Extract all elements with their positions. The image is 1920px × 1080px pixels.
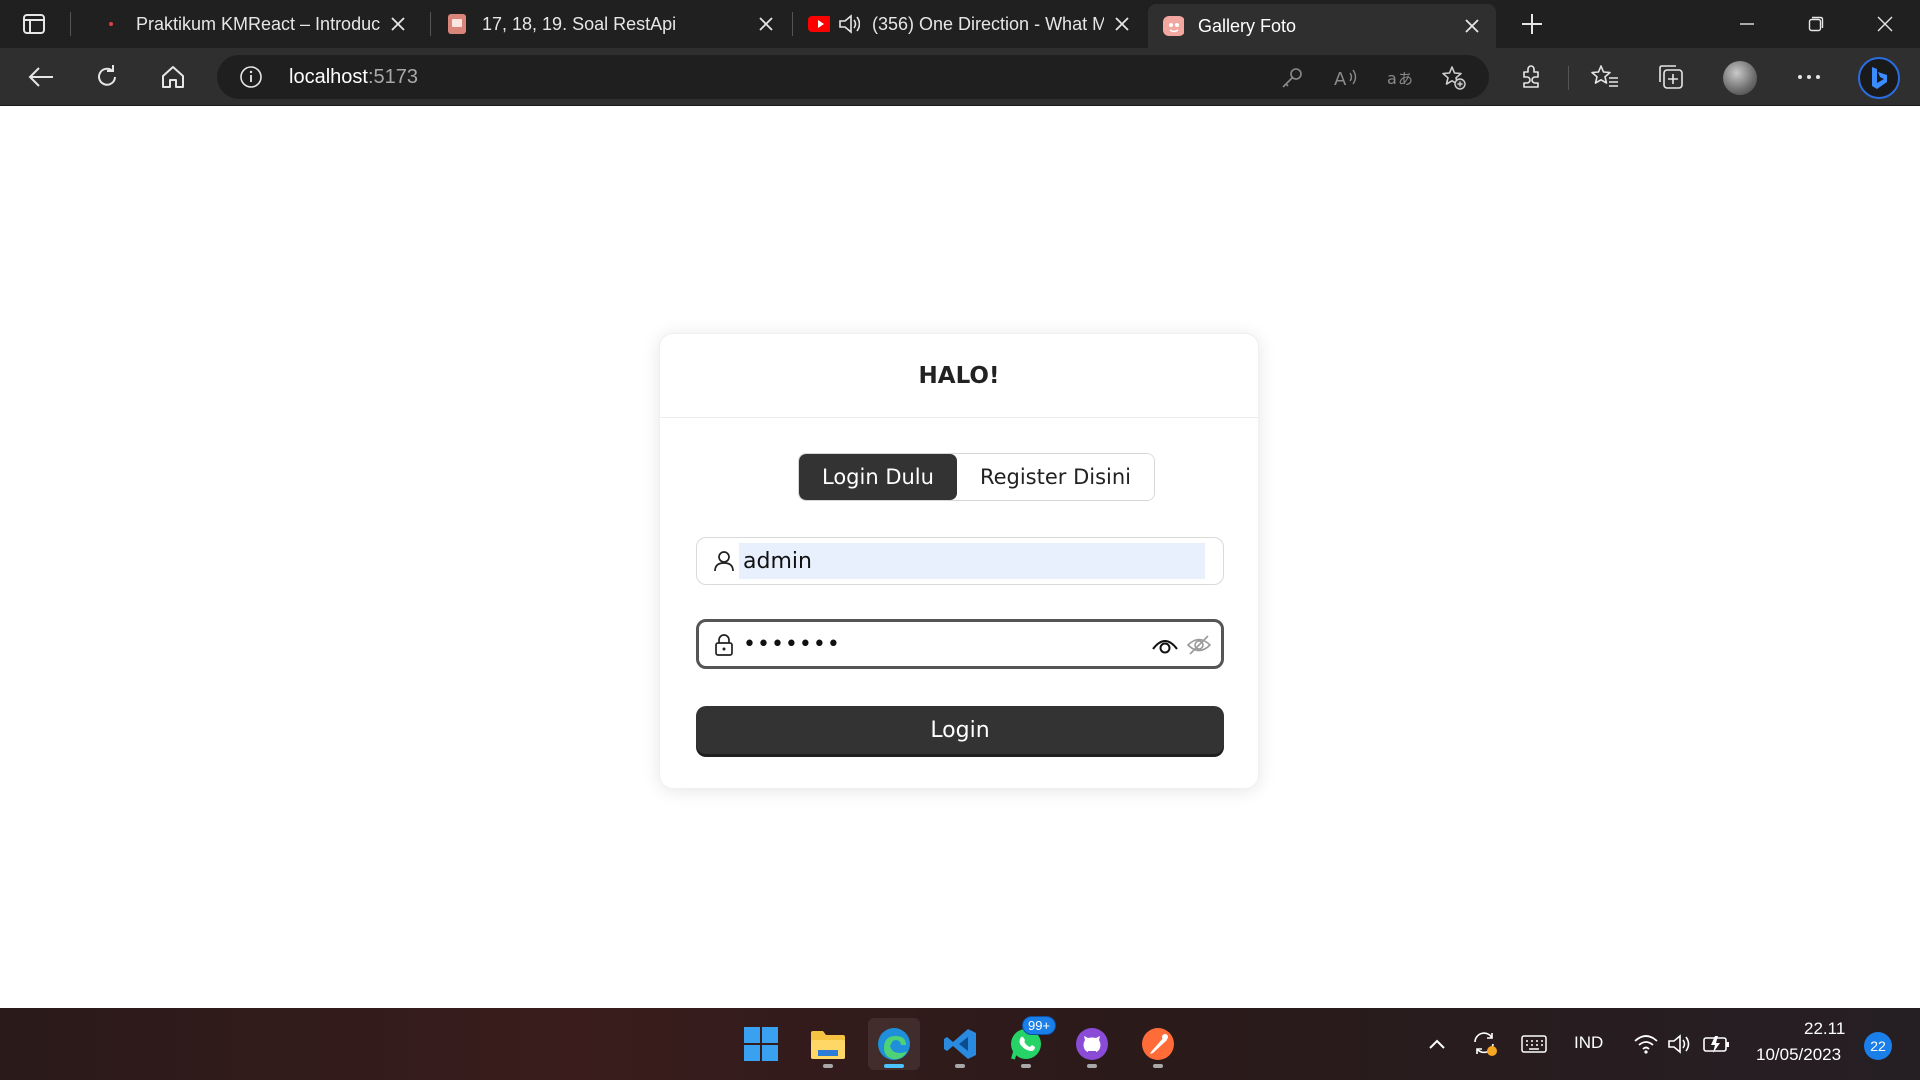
window-close-icon[interactable] <box>1869 8 1901 40</box>
translate-icon[interactable]: aあ <box>1387 65 1413 91</box>
tab-login[interactable]: Login Dulu <box>799 454 957 500</box>
minimize-icon[interactable] <box>1731 8 1763 40</box>
browser-tab-bar: Praktikum KMReact – Introductio 17, 18, … <box>0 0 1920 48</box>
youtube-icon <box>808 13 830 35</box>
username-field <box>696 537 1224 585</box>
tab-register[interactable]: Register Disini <box>956 454 1155 500</box>
tab-title: Gallery Foto <box>1198 15 1297 36</box>
gallery-icon <box>1162 15 1184 37</box>
show-password-icon[interactable] <box>1151 633 1179 657</box>
new-tab-button[interactable] <box>1518 10 1546 38</box>
key-icon[interactable] <box>1279 65 1305 91</box>
hide-password-icon[interactable] <box>1185 633 1213 657</box>
user-icon <box>713 550 735 572</box>
collections-icon[interactable] <box>1654 60 1688 94</box>
file-explorer-icon[interactable] <box>802 1018 854 1070</box>
site-info-icon[interactable] <box>239 65 263 89</box>
notification-badge[interactable]: 22 <box>1864 1032 1892 1060</box>
speaker-icon[interactable] <box>838 13 860 35</box>
battery-icon[interactable] <box>1702 1030 1732 1058</box>
home-icon[interactable] <box>156 60 190 94</box>
windows-taskbar: 99+ IND 22.11 10/05/2023 22 <box>0 1008 1920 1080</box>
svg-text:a: a <box>1387 69 1397 88</box>
login-button[interactable]: Login <box>696 706 1224 754</box>
login-card: HALO! Login Dulu Register Disini •••••••… <box>659 333 1259 789</box>
url-text: localhost:5173 <box>289 66 418 88</box>
tab-title: Praktikum KMReact – Introductio <box>136 13 380 34</box>
lock-icon <box>713 633 735 656</box>
tab-actions-icon[interactable] <box>20 12 48 36</box>
start-icon[interactable] <box>735 1018 787 1070</box>
show-hidden-icons-icon[interactable] <box>1424 1030 1450 1058</box>
wifi-icon[interactable] <box>1632 1030 1660 1058</box>
browser-toolbar: localhost:5173 A aあ <box>0 48 1920 106</box>
more-icon[interactable] <box>1792 60 1826 94</box>
tab-soal-restapi[interactable]: 17, 18, 19. Soal RestApi <box>432 0 790 48</box>
volume-icon[interactable] <box>1666 1030 1694 1058</box>
keyboard-icon[interactable] <box>1518 1030 1550 1058</box>
username-input[interactable] <box>739 543 1205 579</box>
add-favorite-icon[interactable] <box>1441 65 1467 91</box>
edge-icon[interactable] <box>868 1018 920 1070</box>
read-aloud-icon[interactable]: A <box>1333 65 1359 91</box>
dot-icon <box>100 13 122 35</box>
clock-date[interactable]: 10/05/2023 <box>1756 1045 1841 1065</box>
tab-one-direction[interactable]: (356) One Direction - What M <box>794 0 1146 48</box>
close-icon[interactable] <box>756 14 776 34</box>
profile-avatar[interactable] <box>1723 61 1757 95</box>
restore-icon[interactable] <box>1800 8 1832 40</box>
sync-icon[interactable] <box>1470 1030 1500 1058</box>
svg-text:あ: あ <box>1398 70 1413 88</box>
refresh-icon[interactable] <box>90 60 124 94</box>
favorites-icon[interactable] <box>1588 60 1622 94</box>
close-icon[interactable] <box>1112 14 1132 34</box>
book-icon <box>446 13 468 35</box>
whatsapp-icon[interactable]: 99+ <box>1000 1016 1057 1070</box>
postman-icon[interactable] <box>1132 1018 1184 1070</box>
vscode-icon[interactable] <box>934 1018 986 1070</box>
whatsapp-badge: 99+ <box>1022 1016 1057 1035</box>
page-content: HALO! Login Dulu Register Disini •••••••… <box>0 107 1920 1008</box>
svg-text:A: A <box>1334 69 1347 89</box>
card-header: HALO! <box>660 334 1258 418</box>
card-title: HALO! <box>918 362 1000 389</box>
tab-gallery-foto[interactable]: Gallery Foto <box>1148 4 1496 48</box>
bing-icon[interactable] <box>1858 57 1900 99</box>
tab-title: (356) One Direction - What M <box>872 13 1104 34</box>
github-desktop-icon[interactable] <box>1066 1018 1118 1070</box>
extensions-icon[interactable] <box>1515 60 1549 94</box>
back-icon[interactable] <box>24 60 58 94</box>
tab-praktikum[interactable]: Praktikum KMReact – Introductio <box>86 0 422 48</box>
password-input[interactable]: ••••••• <box>739 626 1139 662</box>
auth-mode-toggle: Login Dulu Register Disini <box>798 453 1156 501</box>
close-icon[interactable] <box>1462 16 1482 36</box>
password-field: ••••••• <box>696 619 1224 669</box>
input-language[interactable]: IND <box>1574 1033 1603 1053</box>
close-icon[interactable] <box>388 14 408 34</box>
address-bar[interactable]: localhost:5173 A aあ <box>217 55 1489 99</box>
tab-title: 17, 18, 19. Soal RestApi <box>482 13 677 34</box>
clock-time[interactable]: 22.11 <box>1804 1019 1845 1039</box>
